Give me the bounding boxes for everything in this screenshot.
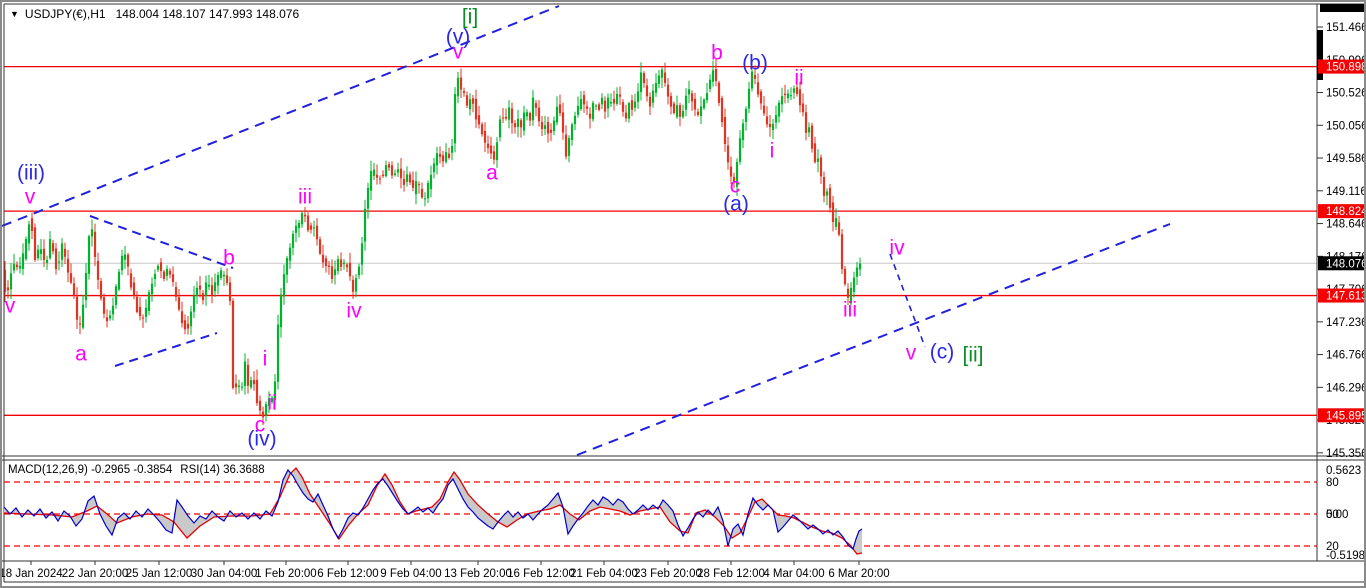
wave-label[interactable]: (c) <box>930 341 955 364</box>
svg-text:151.466: 151.466 <box>1326 22 1366 34</box>
price-tag-value: 150.898 <box>1326 62 1366 74</box>
wave-label[interactable]: a <box>75 343 87 366</box>
time-label[interactable]: 1 Feb 20:00 <box>255 568 316 580</box>
price-tag-value: 148.076 <box>1326 258 1366 270</box>
macd-values-label: MACD(12,26,9) -0.2965 -0.3854 <box>8 464 172 476</box>
svg-text:150.526: 150.526 <box>1326 88 1366 100</box>
svg-text:148.646: 148.646 <box>1326 219 1366 231</box>
time-label[interactable]: 18 Jan 2024 <box>2 568 63 580</box>
svg-text:145.356: 145.356 <box>1326 448 1366 460</box>
indicator-label: MACD(12,26,9) -0.2965 -0.3854 RSI(14) 36.… <box>8 464 273 476</box>
price-tag-value: 148.824 <box>1326 206 1366 218</box>
svg-text:0.5623: 0.5623 <box>1326 465 1361 477</box>
rsi-value-label: RSI(14) 36.3688 <box>180 464 264 476</box>
wave-label[interactable]: v <box>906 342 917 365</box>
svg-text:146.296: 146.296 <box>1326 382 1366 394</box>
time-label[interactable]: 23 Feb 20:00 <box>634 568 702 580</box>
wave-label[interactable]: iii <box>298 186 312 209</box>
wave-label[interactable]: b <box>223 247 235 270</box>
wave-label[interactable]: v <box>453 41 464 64</box>
wave-label[interactable]: iv <box>889 237 905 260</box>
wave-label[interactable]: (a) <box>723 193 749 216</box>
wave-label[interactable]: v <box>25 186 36 209</box>
wave-label[interactable]: (b) <box>742 52 768 75</box>
wave-label[interactable]: i <box>770 140 775 163</box>
wave-label[interactable]: iv <box>346 300 362 323</box>
svg-text:147.236: 147.236 <box>1326 317 1366 329</box>
price-tag-value: 145.895 <box>1326 410 1366 422</box>
svg-text:150.056: 150.056 <box>1326 120 1366 132</box>
chart-title: ▼ USDJPY(€),H1 148.004 148.107 147.993 148… <box>10 7 299 21</box>
time-label[interactable]: 6 Feb 12:00 <box>317 568 378 580</box>
time-label[interactable]: 4 Mar 04:00 <box>763 568 824 580</box>
wave-label[interactable]: v <box>5 295 16 318</box>
time-label[interactable]: 30 Jan 04:00 <box>191 568 258 580</box>
wave-label[interactable]: iii <box>843 299 857 322</box>
wave-label[interactable]: ii <box>267 392 276 415</box>
chart-window: ▼ USDJPY(€),H1 148.004 148.107 147.993 148… <box>0 0 1366 588</box>
wave-label[interactable]: (iii) <box>17 162 45 185</box>
svg-text:146.766: 146.766 <box>1326 350 1366 362</box>
symbol-dropdown-arrow-icon[interactable]: ▼ <box>10 9 19 19</box>
time-label[interactable]: 16 Feb 12:00 <box>507 568 575 580</box>
time-label[interactable]: 21 Feb 04:00 <box>570 568 638 580</box>
wave-label[interactable]: (iv) <box>247 428 276 451</box>
ohlc-values: 148.004 148.107 147.993 148.076 <box>116 7 300 21</box>
svg-text:80: 80 <box>1326 477 1339 489</box>
symbol-period-label: USDJPY(€),H1 <box>25 7 106 21</box>
chart-canvas[interactable]: (iii)vvabiiic(iv)iiiiv[i](v)vab(b)iiic(a… <box>2 2 1366 588</box>
axis-top-marker <box>1320 4 1366 12</box>
time-label[interactable]: 9 Feb 04:00 <box>380 568 441 580</box>
wave-label[interactable]: i <box>263 348 268 371</box>
wave-label[interactable]: ii <box>794 67 803 90</box>
wave-label[interactable]: [ii] <box>963 344 984 367</box>
svg-text:149.586: 149.586 <box>1326 153 1366 165</box>
svg-text:-0.5198: -0.5198 <box>1326 550 1365 562</box>
time-label[interactable]: 22 Jan 20:00 <box>62 568 129 580</box>
time-label[interactable]: 13 Feb 20:00 <box>444 568 512 580</box>
time-label[interactable]: 25 Jan 12:00 <box>126 568 193 580</box>
wave-label[interactable]: a <box>486 162 498 185</box>
price-tag-value: 147.613 <box>1326 291 1366 303</box>
time-label[interactable]: 6 Mar 20:00 <box>828 568 889 580</box>
wave-label[interactable]: b <box>711 42 723 65</box>
svg-text:149.116: 149.116 <box>1326 186 1366 198</box>
time-label[interactable]: 28 Feb 12:00 <box>697 568 765 580</box>
svg-text:0.00: 0.00 <box>1326 509 1348 521</box>
